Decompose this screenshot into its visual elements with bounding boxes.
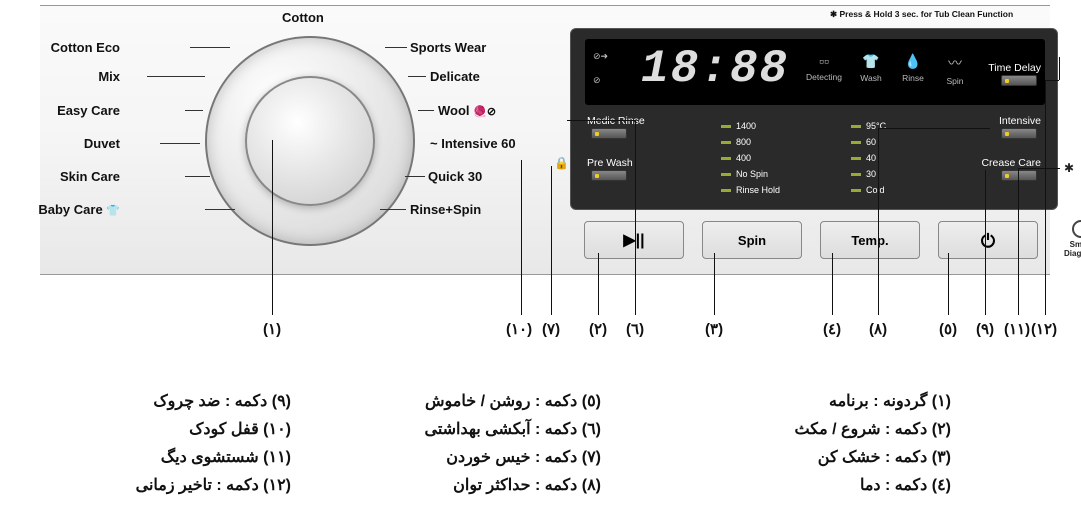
callout-7: (٧) [542, 320, 560, 338]
legend-col-right: (١) گردونه : برنامه (٢) دکمه : شروع / مک… [691, 388, 951, 500]
time-display: 18:88 [641, 43, 789, 95]
callout-4: (٤) [823, 320, 841, 338]
callout-11: (١١) [1004, 320, 1030, 338]
callout-3: (٣) [705, 320, 723, 338]
spin-no-spin: No Spin [721, 169, 768, 179]
lcd-rinse: 💧Rinse [895, 53, 931, 83]
callout-8: (٨) [869, 320, 887, 338]
temp-40: 40 [851, 153, 876, 163]
legend-col-left: (٩) دکمه : ضد چروک (١٠) قفل کودک (١١) شس… [31, 388, 291, 500]
intensive-button[interactable]: Intensive [997, 115, 1041, 139]
temp-cold: Cold [851, 185, 885, 195]
lcd-spin: 〰Spin [937, 53, 973, 86]
program-baby-care: Baby Care 👕 [38, 202, 120, 217]
wool-icon: 🧶⊘ [473, 106, 496, 118]
pre-wash-button[interactable]: Pre Wash [587, 157, 633, 181]
smart-diagnosis-icon: Smart Diagnosis™ [1064, 220, 1081, 258]
program-cotton: Cotton [282, 10, 324, 25]
baby-icon: 👕 [106, 205, 120, 217]
temp-30: 30 [851, 169, 876, 179]
temp-95: 95°C [851, 121, 886, 131]
callout-9: (٩) [976, 320, 994, 338]
program-wool: Wool 🧶⊘ [438, 103, 496, 118]
program-mix: Mix [98, 69, 120, 84]
power-button[interactable]: ⏻ [938, 221, 1038, 259]
lcd-screen: ⊘➜ ⊘ 18:88 ▫▫Detecting 👕Wash 💧Rinse 〰Spi… [585, 39, 1045, 105]
medic-rinse-button[interactable]: Medic Rinse [587, 115, 645, 139]
lock-icon: ⊘ [593, 75, 601, 86]
time-delay-button[interactable]: Time Delay [988, 62, 1041, 86]
callout-6: (٦) [626, 320, 644, 338]
program-skin-care: Skin Care [60, 169, 120, 184]
crease-care-button[interactable]: Crease Care [981, 157, 1041, 181]
tub-clean-note: ✱ Press & Hold 3 sec. for Tub Clean Func… [830, 9, 1013, 20]
program-dial[interactable] [205, 36, 415, 246]
control-panel: ✱ Press & Hold 3 sec. for Tub Clean Func… [40, 5, 1050, 275]
callout-12: (١٢) [1031, 320, 1057, 338]
spin-400: 400 [721, 153, 751, 163]
lcd-wash: 👕Wash [853, 53, 889, 83]
program-cotton-eco: Cotton Eco [51, 40, 120, 55]
spin-800: 800 [721, 137, 751, 147]
child-lock-icon: 🔒 [554, 156, 569, 170]
start-pause-button[interactable]: ▶|| [584, 221, 684, 259]
program-sports-wear: Sports Wear [410, 40, 486, 55]
lcd-detecting: ▫▫Detecting [801, 53, 847, 82]
star-icon: ✱ [1064, 161, 1074, 175]
program-duvet: Duvet [84, 136, 120, 151]
program-quick-30: Quick 30 [428, 169, 482, 184]
temp-button[interactable]: Temp. [820, 221, 920, 259]
program-rinse-spin: Rinse+Spin [410, 202, 481, 217]
spin-rinse-hold: Rinse Hold [721, 185, 780, 195]
callout-10: (١٠) [506, 320, 532, 338]
legend-col-mid: (٥) دکمه : روشن / خاموش (٦) دکمه : آبکشی… [301, 388, 601, 500]
callout-5: (٥) [939, 320, 957, 338]
callout-1: (١) [263, 320, 281, 338]
spin-button[interactable]: Spin [702, 221, 802, 259]
program-delicate: Delicate [430, 69, 480, 84]
program-easy-care: Easy Care [57, 103, 120, 118]
temp-60: 60 [851, 137, 876, 147]
callout-2: (٢) [589, 320, 607, 338]
program-intensive-60: ~ Intensive 60 [430, 136, 516, 151]
door-lock-icon: ⊘➜ [593, 51, 608, 62]
spin-1400: 1400 [721, 121, 756, 131]
